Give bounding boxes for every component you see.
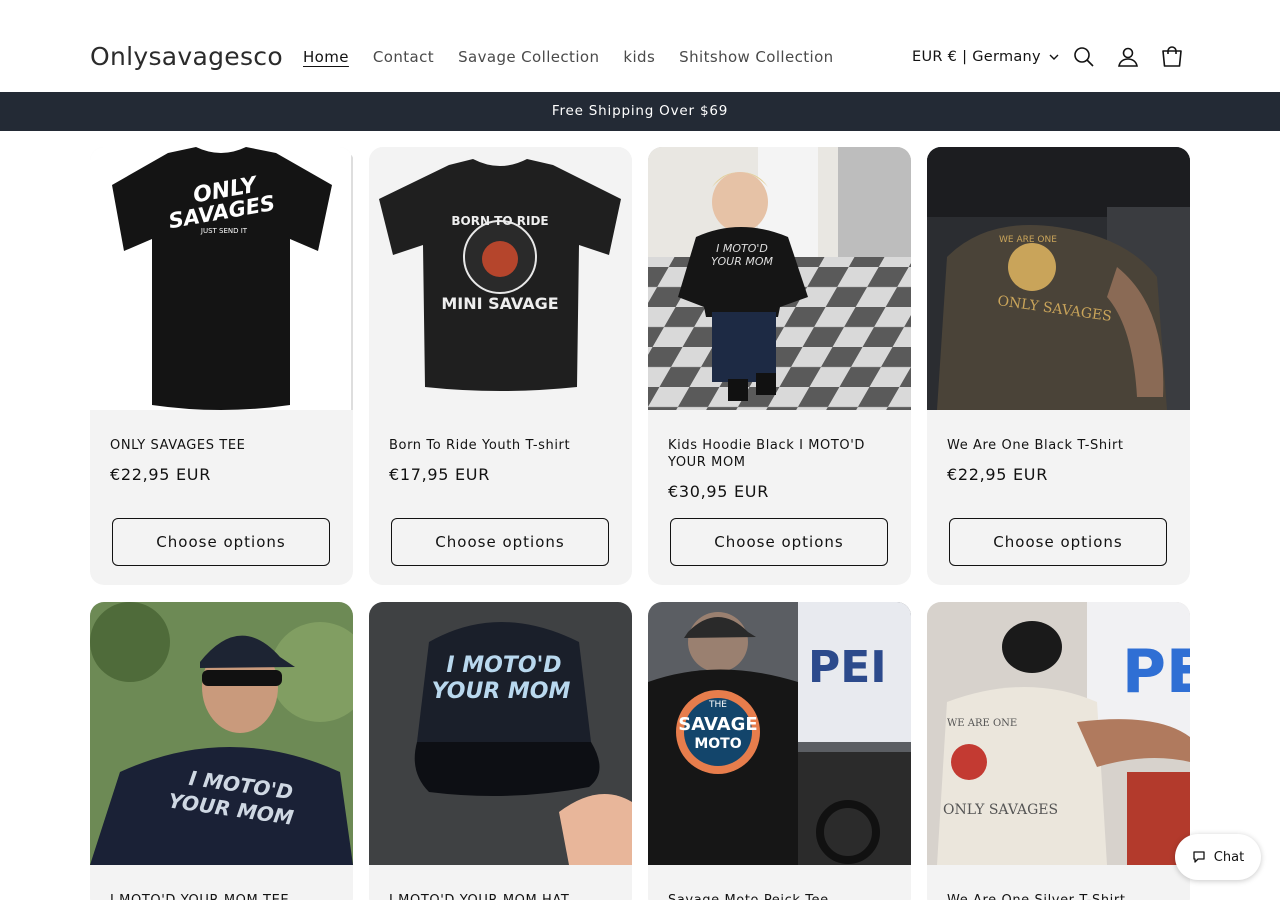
product-card[interactable]: WE ARE ONE ONLY SAVAGES We Are One Black… bbox=[927, 147, 1190, 585]
product-title[interactable]: Kids Hoodie Black I MOTO'D YOUR MOM bbox=[668, 437, 893, 471]
product-title[interactable]: We Are One Black T-Shirt bbox=[947, 437, 1172, 454]
art-line2: SAVAGE bbox=[678, 714, 757, 735]
product-image[interactable]: I MOTO'D YOUR MOM bbox=[90, 602, 353, 865]
art-line1: BORN TO RIDE bbox=[451, 214, 548, 228]
chat-bubble-icon bbox=[1193, 851, 1205, 863]
product-card[interactable]: ONLY SAVAGES JUST SEND IT ONLY SAVAGES T… bbox=[90, 147, 353, 585]
site-header: Onlysavagesco Home Contact Savage Collec… bbox=[0, 0, 1280, 92]
choose-options-button[interactable]: Choose options bbox=[112, 518, 330, 566]
product-title[interactable]: ONLY SAVAGES TEE bbox=[110, 437, 335, 454]
product-image[interactable]: I MOTO'D YOUR MOM bbox=[369, 602, 632, 865]
choose-options-button[interactable]: Choose options bbox=[391, 518, 609, 566]
product-card[interactable]: BORN TO RIDE MINI SAVAGE Born To Ride Yo… bbox=[369, 147, 632, 585]
art-line2: YOUR MOM bbox=[432, 679, 571, 704]
product-card[interactable]: I MOTO'D YOUR MOM Kids Hoodie Black I MO… bbox=[648, 147, 911, 585]
product-title[interactable]: I MOTO'D YOUR MOM HAT bbox=[389, 892, 614, 900]
product-card[interactable]: I MOTO'D YOUR MOM I MOTO'D YOUR MOM TEE bbox=[90, 602, 353, 900]
art-line1: I MOTO'D bbox=[446, 653, 561, 678]
product-card[interactable]: PE WE ARE ONE ONLY SAVAGES We Are One Si… bbox=[927, 602, 1190, 900]
svg-text:PEI: PEI bbox=[808, 642, 887, 693]
nav-kids[interactable]: kids bbox=[623, 48, 655, 66]
product-card[interactable]: PEI THE SAVAGE MOTO Savage Moto Peick Te… bbox=[648, 602, 911, 900]
cart-icon[interactable] bbox=[1160, 45, 1184, 69]
nav-shitshow-collection[interactable]: Shitshow Collection bbox=[679, 48, 833, 66]
art-line1: WE ARE ONE bbox=[947, 718, 1017, 729]
art-line1: WE ARE ONE bbox=[999, 235, 1057, 245]
store-logo[interactable]: Onlysavagesco bbox=[90, 42, 283, 71]
art-line2: YOUR MOM bbox=[711, 255, 774, 268]
art-line2: ONLY SAVAGES bbox=[943, 802, 1058, 818]
locale-label: EUR € | Germany bbox=[912, 49, 1041, 65]
nav-contact[interactable]: Contact bbox=[373, 48, 434, 66]
product-price: €22,95 EUR bbox=[110, 465, 212, 484]
product-title[interactable]: Savage Moto Peick Tee bbox=[668, 892, 893, 900]
art-line1: THE bbox=[708, 700, 727, 710]
art-line2: MINI SAVAGE bbox=[441, 294, 558, 313]
product-image[interactable]: ONLY SAVAGES JUST SEND IT bbox=[90, 147, 353, 410]
nav-home[interactable]: Home bbox=[303, 48, 349, 66]
search-icon[interactable] bbox=[1072, 45, 1096, 69]
product-title[interactable]: Born To Ride Youth T-shirt bbox=[389, 437, 614, 454]
product-image[interactable]: I MOTO'D YOUR MOM bbox=[648, 147, 911, 410]
product-price: €22,95 EUR bbox=[947, 465, 1049, 484]
product-image[interactable]: PE WE ARE ONE ONLY SAVAGES bbox=[927, 602, 1190, 865]
choose-options-button[interactable]: Choose options bbox=[670, 518, 888, 566]
account-icon[interactable] bbox=[1116, 45, 1140, 69]
nav-savage-collection[interactable]: Savage Collection bbox=[458, 48, 599, 66]
choose-options-button[interactable]: Choose options bbox=[949, 518, 1167, 566]
currency-country-selector[interactable]: EUR € | Germany bbox=[912, 49, 1059, 65]
product-card[interactable]: I MOTO'D YOUR MOM I MOTO'D YOUR MOM HAT bbox=[369, 602, 632, 900]
art-line3: JUST SEND IT bbox=[200, 227, 248, 235]
announcement-bar: Free Shipping Over $69 bbox=[0, 92, 1280, 131]
chevron-down-icon bbox=[1049, 54, 1059, 60]
chat-label: Chat bbox=[1213, 849, 1245, 865]
art-line1: I MOTO'D bbox=[716, 242, 768, 255]
product-image[interactable]: BORN TO RIDE MINI SAVAGE bbox=[369, 147, 632, 410]
product-title[interactable]: I MOTO'D YOUR MOM TEE bbox=[110, 892, 335, 900]
svg-text:PE: PE bbox=[1122, 637, 1190, 707]
product-price: €17,95 EUR bbox=[389, 465, 491, 484]
chat-button[interactable]: Chat bbox=[1175, 834, 1261, 880]
main-nav: Home Contact Savage Collection kids Shit… bbox=[303, 48, 834, 66]
product-price: €30,95 EUR bbox=[668, 482, 770, 501]
product-image[interactable]: WE ARE ONE ONLY SAVAGES bbox=[927, 147, 1190, 410]
product-image[interactable]: PEI THE SAVAGE MOTO bbox=[648, 602, 911, 865]
product-title[interactable]: We Are One Silver T-Shirt bbox=[947, 892, 1172, 900]
art-line3: MOTO bbox=[694, 736, 741, 752]
